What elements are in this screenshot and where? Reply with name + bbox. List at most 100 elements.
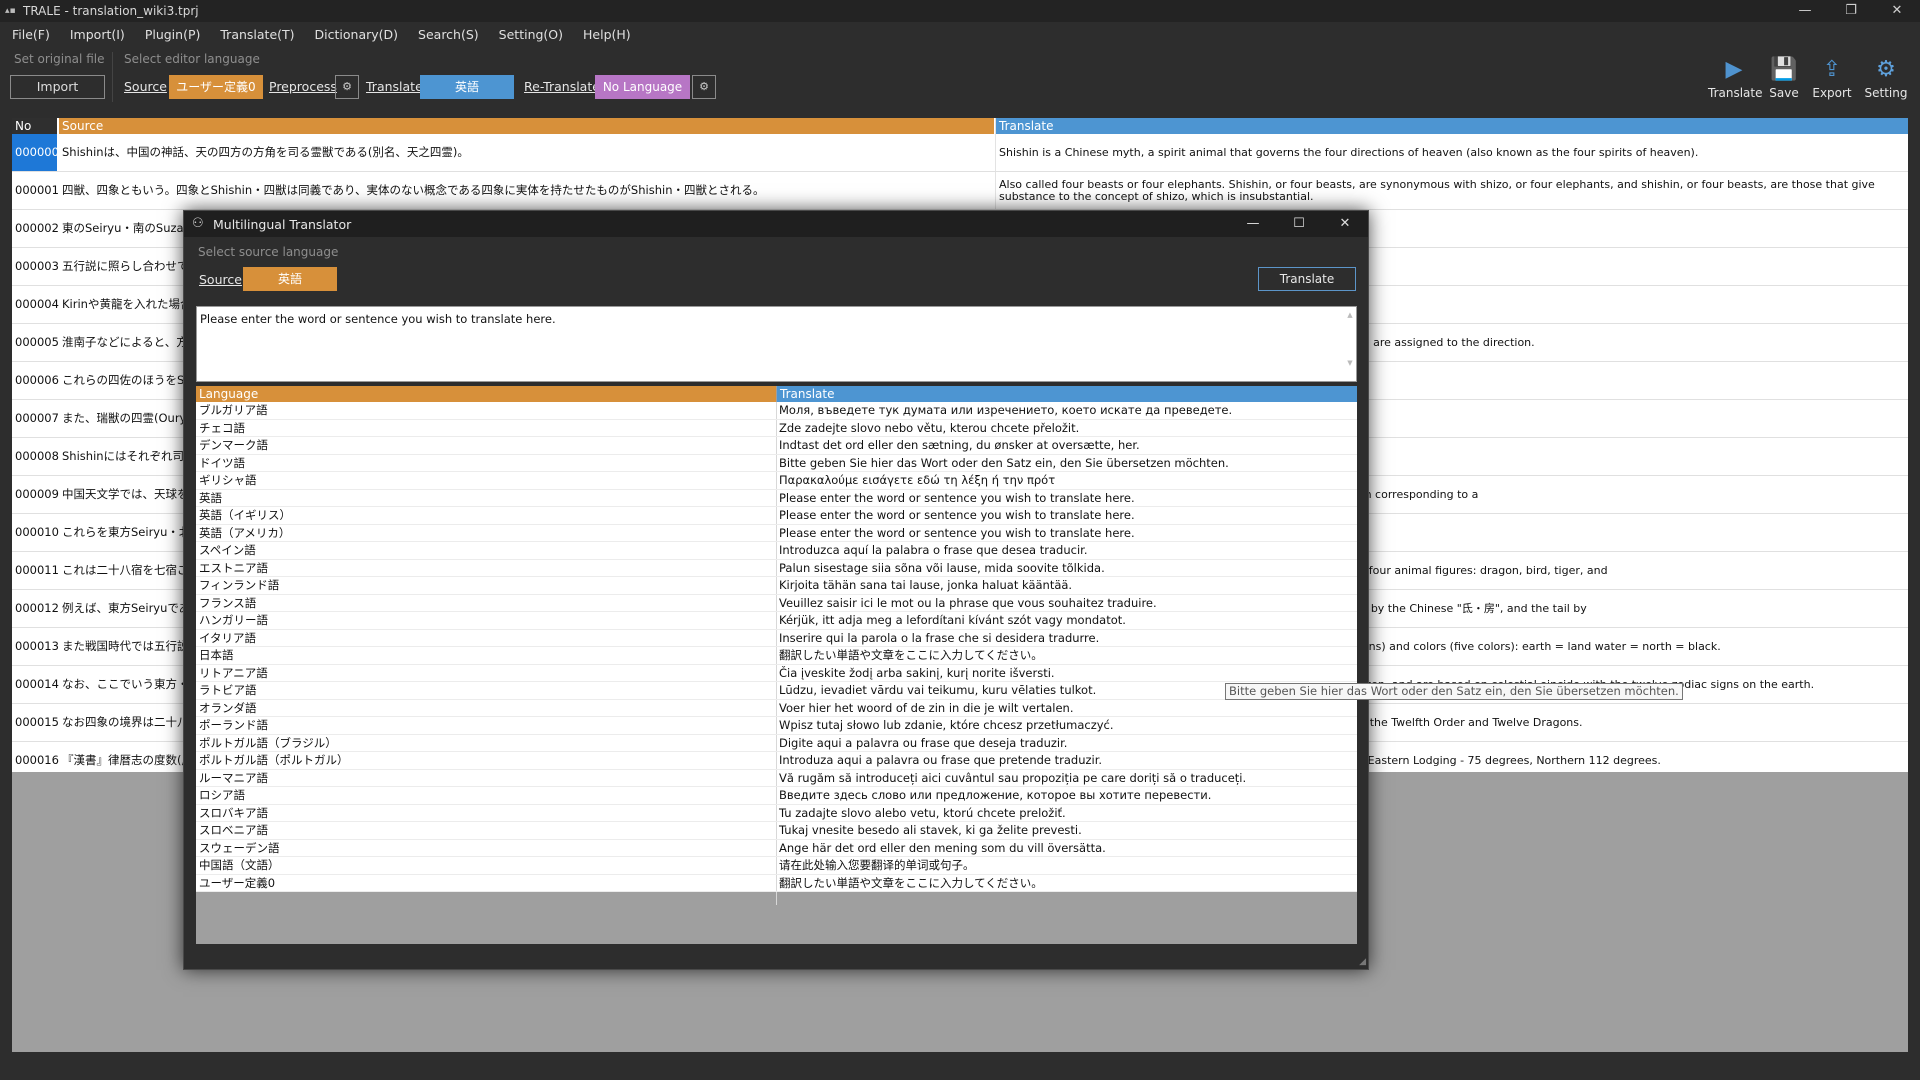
result-cell[interactable]: Моля, въведете тук думата или изречениет… — [779, 402, 1232, 419]
row-number[interactable]: 000005 — [12, 324, 59, 361]
list-item[interactable]: スロバキア語 Tu zadajte slovo alebo vetu, ktorú… — [196, 805, 1357, 822]
list-item[interactable]: 日本語 翻訳したい単語や文章をここに入力してください。 — [196, 647, 1357, 665]
list-item[interactable]: ポルトガル語（ブラジル） Digite aqui a palavra ou fra… — [196, 735, 1357, 752]
list-item[interactable]: ドイツ語 Bitte geben Sie hier das Wort oder d… — [196, 455, 1357, 472]
row-number[interactable]: 000011 — [12, 552, 59, 589]
result-cell[interactable]: Voer hier het woord of de zin in die je … — [779, 700, 1073, 717]
list-item[interactable]: ポルトガル語（ポルトガル） Introduza aqui a palavra ou… — [196, 752, 1357, 770]
menu-dictionary[interactable]: Dictionary(D) — [315, 27, 399, 42]
row-number[interactable]: 000007 — [12, 400, 59, 437]
result-cell[interactable]: Introduza aqui a palavra ou frase que pr… — [779, 752, 1102, 769]
row-number[interactable]: 000001 — [12, 172, 59, 209]
menu-translate[interactable]: Translate(T) — [220, 27, 294, 42]
result-cell[interactable]: Please enter the word or sentence you wi… — [779, 507, 1135, 524]
result-cell[interactable]: Please enter the word or sentence you wi… — [779, 525, 1135, 542]
list-item[interactable]: オランダ語 Voer hier het woord of de zin in di… — [196, 700, 1357, 717]
list-item[interactable]: スロベニア語 Tukaj vnesite besedo ali stavek, k… — [196, 822, 1357, 840]
list-item[interactable]: ハンガリー語 Kérjük, itt adja meg a lefordítani… — [196, 612, 1357, 630]
row-number[interactable]: 000009 — [12, 476, 59, 513]
list-item[interactable]: ロシア語 Введите здесь слово или предложение,… — [196, 787, 1357, 805]
list-item[interactable]: ルーマニア語 Vă rugăm să introduceți aici cuvân… — [196, 770, 1357, 787]
result-cell[interactable]: Veuillez saisir ici le mot ou la phrase … — [779, 595, 1157, 612]
result-cell[interactable]: Introduzca aquí la palabra o frase que d… — [779, 542, 1087, 559]
retranslate-language-chip[interactable]: No Language — [595, 75, 690, 99]
row-number[interactable]: 000013 — [12, 628, 59, 665]
list-item[interactable]: スペイン語 Introduzca aquí la palabra o frase … — [196, 542, 1357, 560]
result-cell[interactable]: Wpisz tutaj słowo lub zdanie, które chce… — [779, 717, 1114, 734]
preprocess-settings-icon[interactable]: ⚙ — [335, 75, 359, 99]
menu-search[interactable]: Search(S) — [418, 27, 479, 42]
menu-import[interactable]: Import(I) — [70, 27, 125, 42]
input-scrollbar[interactable]: ▲ ▼ — [1346, 311, 1354, 377]
column-header-no[interactable]: No — [12, 118, 57, 134]
translate-cell[interactable]: Shishin is a Chinese myth, a spirit anim… — [996, 134, 1908, 171]
translate-cell[interactable]: Also called four beasts or four elephant… — [996, 172, 1908, 209]
list-item[interactable]: ラトビア語 Lūdzu, ievadiet vārdu vai teikumu, … — [196, 682, 1357, 700]
dialog-close-button[interactable]: ✕ — [1322, 211, 1368, 237]
result-cell[interactable]: Tu zadajte slovo alebo vetu, ktorú chcet… — [779, 805, 1066, 822]
save-button[interactable]: 💾 Save — [1758, 56, 1810, 106]
translate-language-link[interactable]: Translate — [366, 79, 423, 94]
list-item[interactable]: デンマーク語 Indtast det ord eller den sætning,… — [196, 437, 1357, 455]
result-cell[interactable]: Kérjük, itt adja meg a lefordítani kíván… — [779, 612, 1126, 629]
list-item[interactable]: イタリア語 Inserire qui la parola o la frase c… — [196, 630, 1357, 647]
translate-input[interactable]: Please enter the word or sentence you wi… — [196, 306, 1357, 382]
column-header-language[interactable]: Language — [196, 386, 776, 402]
column-header-result[interactable]: Translate — [777, 386, 1357, 402]
menu-plugin[interactable]: Plugin(P) — [145, 27, 201, 42]
result-cell[interactable]: Ange här det ord eller den mening som du… — [779, 840, 1106, 857]
column-header-translate[interactable]: Translate — [996, 118, 1908, 134]
list-item[interactable]: リトアニア語 Čia įveskite žodį arba sakinį, kur… — [196, 665, 1357, 682]
table-row[interactable]: 000000 Shishinは、中国の神話、天の四方の方角を司る霊獣である(別名、… — [12, 134, 1908, 172]
list-item[interactable]: エストニア語 Palun sisestage siia sõna või laus… — [196, 560, 1357, 577]
row-number[interactable]: 000000 — [12, 134, 59, 171]
import-button[interactable]: Import — [10, 75, 105, 99]
row-number[interactable]: 000010 — [12, 514, 59, 551]
dialog-translate-button[interactable]: Translate — [1258, 267, 1356, 291]
list-item[interactable]: ブルガリア語 Моля, въведете тук думата или изре… — [196, 402, 1357, 420]
row-number[interactable]: 000015 — [12, 704, 59, 741]
preprocess-link[interactable]: Preprocess — [269, 79, 337, 94]
translate-language-chip[interactable]: 英語 — [420, 75, 514, 99]
result-cell[interactable]: Παρακαλούμε εισάγετε εδώ τη λέξη ή την π… — [779, 472, 1055, 489]
source-cell[interactable]: Shishinは、中国の神話、天の四方の方角を司る霊獣である(別名、天之四霊)。 — [59, 134, 993, 171]
table-row[interactable]: 000001 四獣、四象ともいう。四象とShishin・四獣は同義であり、実体のな… — [12, 172, 1908, 210]
restore-button[interactable]: ❐ — [1828, 0, 1874, 22]
export-button[interactable]: ⇪ Export — [1806, 56, 1858, 106]
retranslate-settings-icon[interactable]: ⚙ — [692, 75, 716, 99]
column-header-source[interactable]: Source — [59, 118, 994, 134]
source-cell[interactable]: 四獣、四象ともいう。四象とShishin・四獣は同義であり、実体のない概念である… — [59, 172, 993, 209]
row-number[interactable]: 000003 — [12, 248, 59, 285]
result-cell[interactable]: Indtast det ord eller den sætning, du øn… — [779, 437, 1140, 454]
resize-grip-icon[interactable]: ◢ — [1359, 957, 1366, 967]
menu-setting[interactable]: Setting(O) — [499, 27, 563, 42]
result-cell[interactable]: Kirjoita tähän sana tai lause, jonka hal… — [779, 577, 1072, 594]
result-cell[interactable]: Tukaj vnesite besedo ali stavek, ki ga ž… — [779, 822, 1082, 839]
result-cell[interactable]: Vă rugăm să introduceți aici cuvântul sa… — [779, 770, 1246, 787]
row-number[interactable]: 000002 — [12, 210, 59, 247]
result-cell[interactable]: 翻訳したい単語や文章をここに入力してください。 — [779, 647, 1043, 664]
list-item[interactable]: フィンランド語 Kirjoita tähän sana tai lause, jo… — [196, 577, 1357, 595]
result-cell[interactable]: Čia įveskite žodį arba sakinį, kurį nori… — [779, 665, 1055, 682]
list-item[interactable]: スウェーデン語 Ange här det ord eller den mening… — [196, 840, 1357, 857]
result-cell[interactable]: 请在此处输入您要翻译的单词或句子。 — [779, 857, 975, 874]
row-number[interactable]: 000012 — [12, 590, 59, 627]
result-cell[interactable]: 翻訳したい単語や文章をここに入力してください。 — [779, 875, 1043, 892]
source-language-chip[interactable]: ユーザー定義0 — [169, 75, 263, 99]
row-number[interactable]: 000014 — [12, 666, 59, 703]
result-cell[interactable]: Введите здесь слово или предложение, кот… — [779, 787, 1211, 804]
list-item[interactable]: チェコ語 Zde zadejte slovo nebo větu, kterou … — [196, 420, 1357, 437]
retranslate-link[interactable]: Re-Translate — [524, 79, 600, 94]
list-item[interactable]: 英語（イギリス） Please enter the word or sentenc… — [196, 507, 1357, 525]
source-language-link[interactable]: Source — [124, 79, 167, 94]
list-item[interactable]: 中国語（文語） 请在此处输入您要翻译的单词或句子。 — [196, 857, 1357, 875]
dialog-source-link[interactable]: Source — [199, 272, 242, 287]
row-number[interactable]: 000006 — [12, 362, 59, 399]
result-cell[interactable]: Please enter the word or sentence you wi… — [779, 490, 1135, 507]
menu-help[interactable]: Help(H) — [583, 27, 631, 42]
result-cell[interactable]: Inserire qui la parola o la frase che si… — [779, 630, 1099, 647]
list-item[interactable]: ポーランド語 Wpisz tutaj słowo lub zdanie, któr… — [196, 717, 1357, 735]
list-item[interactable]: 英語 Please enter the word or sentence you … — [196, 490, 1357, 507]
close-button[interactable]: ✕ — [1874, 0, 1920, 22]
dialog-minimize-button[interactable]: — — [1230, 211, 1276, 237]
